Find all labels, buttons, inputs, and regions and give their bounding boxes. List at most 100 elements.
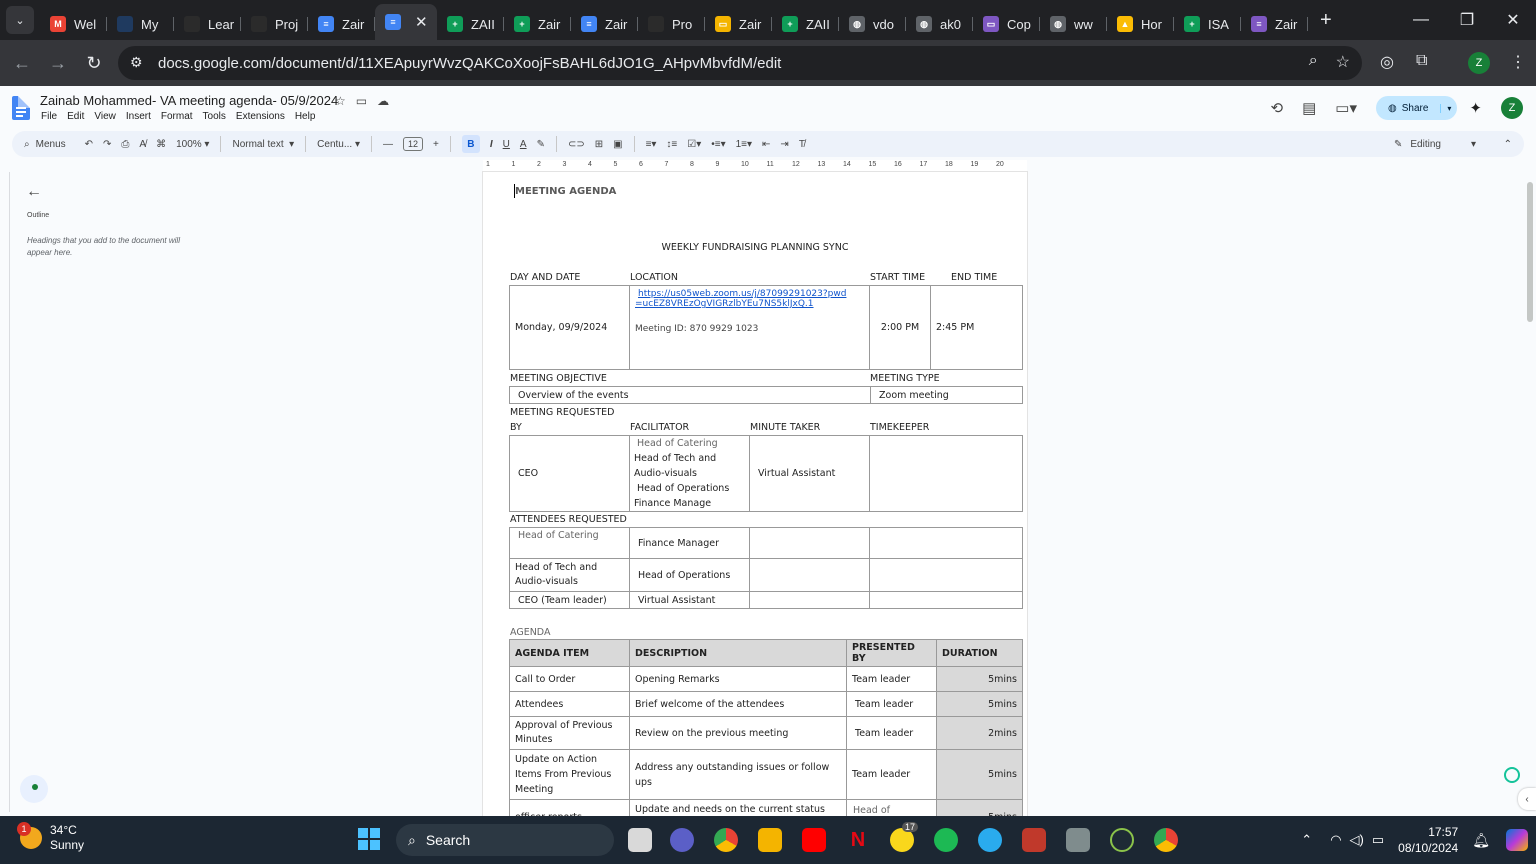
agenda-description-cell[interactable]: Brief welcome of the attendees [629, 691, 847, 717]
browser-tab[interactable]: ▭ Cop [973, 8, 1040, 40]
browser-tab[interactable]: Pro [638, 8, 705, 40]
chrome-profile-icon[interactable] [1154, 828, 1178, 852]
browser-tab[interactable]: ≡ ✕ [375, 4, 437, 40]
minute-taker-cell[interactable]: Virtual Assistant [749, 435, 870, 512]
agenda-duration-cell[interactable]: 5mins [936, 666, 1023, 692]
numbered-list-icon[interactable]: 1≡▾ [736, 139, 752, 150]
attendee-cell[interactable]: Head of Catering [509, 527, 630, 559]
file-explorer-icon[interactable] [758, 828, 782, 852]
attendee-cell[interactable]: Finance Manager [629, 527, 750, 559]
tab-search-button[interactable]: ⌄ [6, 6, 34, 34]
agenda-presenter-cell[interactable]: Team leader [846, 716, 937, 750]
new-tab-button[interactable]: + [1320, 9, 1332, 32]
agenda-presenter-cell[interactable]: Team leader [846, 691, 937, 717]
windows-start-icon[interactable] [358, 828, 380, 850]
comments-icon[interactable]: ▤ [1302, 99, 1316, 117]
browser-tab[interactable]: M Wel [40, 8, 107, 40]
agenda-presenter-cell[interactable]: Head of Catering [846, 799, 937, 816]
agenda-item-cell[interactable]: Call to Order [509, 666, 630, 692]
app-icon[interactable] [1066, 828, 1090, 852]
account-avatar[interactable]: Z [1501, 97, 1523, 119]
reload-icon[interactable]: ↻ [76, 45, 112, 81]
highlight-icon[interactable]: ✎ [537, 139, 545, 150]
paint-format-icon[interactable]: ⌘ [156, 139, 166, 150]
zoom-link-line-2[interactable]: =ucEZ8VREzOgVIGRzlbYEu7NS5klJxQ.1 [635, 299, 864, 309]
text-color-icon[interactable]: A [520, 139, 527, 150]
telegram-icon[interactable] [978, 828, 1002, 852]
bold-button[interactable]: B [461, 135, 480, 153]
share-dropdown-icon[interactable]: ▾ [1440, 103, 1451, 113]
battery-icon[interactable]: ▭ [1372, 832, 1384, 848]
requested-by-cell[interactable]: CEO [509, 435, 630, 512]
weather-widget[interactable]: 1 34°C Sunny [17, 822, 84, 853]
agenda-description-cell[interactable]: Address any outstanding issues or follow… [629, 749, 847, 800]
location-cell[interactable]: https://us05web.zoom.us/j/87099291023?pw… [629, 285, 870, 370]
restore-icon[interactable]: ❐ [1444, 0, 1490, 40]
agenda-description-cell[interactable]: Update and needs on the current status r… [629, 799, 847, 816]
browser-tab[interactable]: ◍ vdo [839, 8, 906, 40]
document-title[interactable]: Zainab Mohammed- VA meeting agenda- 05/9… [40, 93, 338, 108]
menu-insert[interactable]: Insert [126, 111, 151, 122]
extensions-icon[interactable]: ⧉ [1416, 52, 1427, 70]
attendee-cell[interactable] [869, 558, 1023, 592]
spellcheck-icon[interactable]: A̸ [139, 139, 146, 150]
chrome-icon[interactable] [714, 828, 738, 852]
menu-format[interactable]: Format [161, 111, 193, 122]
chevron-up-icon[interactable]: ⌃ [1301, 832, 1312, 848]
attendee-cell[interactable]: Virtual Assistant [629, 591, 750, 609]
docs-logo-icon[interactable] [12, 96, 30, 120]
attendee-cell[interactable]: CEO (Team leader) [509, 591, 630, 609]
agenda-item-cell[interactable]: officer reports [509, 799, 630, 816]
version-history-icon[interactable]: ⟲ [1271, 99, 1284, 117]
url-text[interactable]: docs.google.com/document/d/11XEApuyrWvzQ… [158, 55, 781, 72]
browser-tab[interactable]: ◍ ww [1040, 8, 1107, 40]
attendee-cell[interactable] [749, 558, 870, 592]
grammarly-icon[interactable] [1504, 767, 1520, 783]
bookmark-star-icon[interactable]: ☆ [1336, 52, 1350, 72]
close-window-icon[interactable]: ✕ [1490, 0, 1536, 40]
attendee-cell[interactable] [749, 591, 870, 609]
decrease-font-icon[interactable]: — [383, 139, 393, 150]
site-info-icon[interactable]: ⚙ [130, 54, 143, 71]
document-heading[interactable]: MEETING AGENDA [515, 186, 616, 197]
document-subheading[interactable]: WEEKLY FUNDRAISING PLANNING SYNC [483, 242, 1027, 253]
address-bar[interactable]: ⚙ docs.google.com/document/d/11XEApuyrWv… [118, 46, 1362, 80]
checklist-icon[interactable]: ☑▾ [687, 139, 701, 150]
browser-tab[interactable]: + ZAII [437, 8, 504, 40]
document-scrollbar[interactable] [1524, 172, 1536, 816]
browser-profile-avatar[interactable]: Z [1468, 52, 1490, 74]
zoom-select[interactable]: 100% ▾ [176, 139, 209, 150]
attendee-cell[interactable] [749, 527, 870, 559]
align-icon[interactable]: ≡▾ [646, 139, 657, 150]
wifi-icon[interactable]: ◠ [1330, 832, 1341, 848]
menu-file[interactable]: File [41, 111, 57, 122]
link-icon[interactable]: ⊂⊃ [568, 139, 585, 150]
start-time-cell[interactable]: 2:00 PM [869, 285, 931, 370]
browser-tab[interactable]: + ZAII [772, 8, 839, 40]
assistant-bubble-icon[interactable] [20, 775, 48, 803]
undo-icon[interactable]: ↶ [85, 139, 93, 150]
agenda-item-cell[interactable]: Update on Action Items From Previous Mee… [509, 749, 630, 800]
menu-tools[interactable]: Tools [203, 111, 226, 122]
cloud-saved-icon[interactable]: ☁ [377, 94, 389, 108]
search-menus[interactable]: ⌕ Menus [24, 139, 66, 150]
clock[interactable]: 17:57 08/10/2024 [1398, 824, 1458, 856]
increase-indent-icon[interactable]: ⇥ [780, 139, 788, 150]
facilitator-cell[interactable]: Head of Catering Head of Tech and Audio-… [629, 435, 750, 512]
print-icon[interactable]: ⎙ [121, 139, 129, 150]
browser-tab[interactable]: + Zair [504, 8, 571, 40]
spotify-icon[interactable] [934, 828, 958, 852]
agenda-presenter-cell[interactable]: Team leader [846, 666, 937, 692]
task-view-icon[interactable] [628, 828, 652, 852]
agenda-duration-cell[interactable]: 5mins [936, 799, 1023, 816]
insert-image-icon[interactable]: ▣ [613, 139, 622, 150]
meet-icon[interactable]: ▭▾ [1335, 99, 1357, 117]
star-icon[interactable]: ☆ [335, 94, 346, 108]
browser-tab[interactable]: Proj [241, 8, 308, 40]
browser-tab[interactable]: + ISA [1174, 8, 1241, 40]
browser-tab[interactable]: ≡ Zair [1241, 8, 1308, 40]
font-select[interactable]: Centu... ▾ [317, 139, 360, 150]
minimize-icon[interactable]: — [1398, 0, 1444, 40]
copilot-icon[interactable] [1506, 829, 1528, 851]
menu-extensions[interactable]: Extensions [236, 111, 285, 122]
